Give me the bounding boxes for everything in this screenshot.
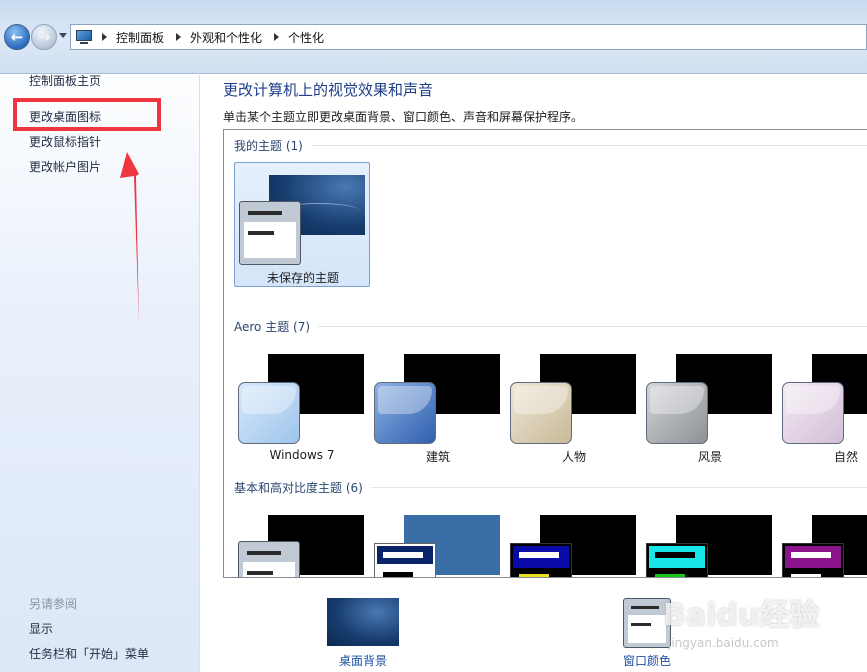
aero-glass-preview [510, 382, 572, 444]
address-toolbar: ← → 控制面板 外观和个性化 个性化 [0, 0, 867, 74]
theme-architecture[interactable]: 建筑 [370, 342, 506, 467]
window-color-preview [238, 541, 300, 577]
aero-glass-preview [238, 382, 300, 444]
sidebar-link-control-panel-home[interactable]: 控制面板主页 [29, 72, 101, 89]
theme-label: 人物 [561, 450, 586, 464]
theme-windows7-basic[interactable] [234, 503, 370, 577]
aero-glass-preview [782, 382, 844, 444]
window-color-preview [374, 543, 436, 577]
breadcrumb-control-panel[interactable]: 控制面板 [116, 29, 164, 46]
theme-high-contrast-2[interactable] [642, 503, 778, 577]
highlight-box [13, 98, 161, 131]
breadcrumb-chevron-icon[interactable] [274, 33, 280, 41]
breadcrumb-personalization[interactable]: 个性化 [288, 29, 324, 46]
window-color-preview [782, 543, 844, 577]
desktop-background-button[interactable]: 桌面背景 [318, 598, 408, 669]
theme-landscapes[interactable]: 风景 [642, 342, 778, 467]
page-description: 单击某个主题立即更改桌面背景、窗口颜色、声音和屏幕保护程序。 [223, 110, 584, 124]
see-also-link-display[interactable]: 显示 [29, 620, 53, 637]
group-header-aero: Aero 主题 (7) [234, 318, 867, 335]
watermark-url: jingyan.baidu.com [668, 636, 779, 650]
theme-characters[interactable]: 人物 [506, 342, 642, 467]
desktop-background-icon [327, 598, 399, 646]
breadcrumb-appearance[interactable]: 外观和个性化 [190, 29, 262, 46]
theme-nature[interactable]: 自然 [778, 342, 867, 467]
breadcrumb-chevron-icon[interactable] [176, 33, 182, 41]
theme-unsaved[interactable]: 未保存的主题 [234, 162, 370, 287]
desktop-background-label: 桌面背景 [338, 654, 387, 668]
group-header-my-themes: 我的主题 (1) [234, 137, 867, 154]
back-arrow-icon: ← [10, 28, 24, 46]
window-color-label: 窗口颜色 [622, 654, 671, 668]
page-title: 更改计算机上的视觉效果和声音 [223, 81, 434, 99]
theme-label: Windows 7 [269, 448, 335, 462]
sidebar-link-change-mouse-pointer[interactable]: 更改鼠标指针 [29, 133, 101, 150]
theme-label: 自然 [833, 450, 858, 464]
sidebar: 控制面板主页 更改桌面图标 更改鼠标指针 更改帐户图片 另请参阅 显示 任务栏和… [0, 72, 200, 672]
theme-high-contrast-1[interactable] [506, 503, 642, 577]
forward-button[interactable]: → [31, 24, 57, 50]
forward-arrow-icon: → [37, 28, 51, 46]
baidu-jingyan-watermark: Baidu经验 [663, 598, 820, 633]
theme-windows7[interactable]: Windows 7 [234, 342, 370, 467]
window-color-preview [510, 543, 572, 577]
recent-pages-dropdown-icon[interactable] [59, 33, 67, 38]
theme-gallery[interactable]: 我的主题 (1) 未保存的主题 Aero 主题 (7) Windows 7 建筑… [223, 129, 867, 578]
window-color-preview [239, 201, 301, 265]
theme-label: 未保存的主题 [266, 271, 339, 285]
theme-high-contrast-black[interactable] [778, 503, 867, 577]
sidebar-link-change-account-picture[interactable]: 更改帐户图片 [29, 158, 101, 175]
theme-windows-classic[interactable] [370, 503, 506, 577]
breadcrumb-chevron-icon[interactable] [102, 33, 107, 41]
control-panel-icon [75, 29, 93, 45]
back-button[interactable]: ← [4, 24, 30, 50]
aero-glass-preview [646, 382, 708, 444]
aero-glass-preview [374, 382, 436, 444]
theme-label: 建筑 [425, 450, 450, 464]
theme-label: 风景 [697, 450, 722, 464]
window-color-preview [646, 543, 708, 577]
see-also-heading: 另请参阅 [29, 597, 78, 611]
address-bar[interactable]: 控制面板 外观和个性化 个性化 [70, 24, 867, 50]
see-also-link-taskbar[interactable]: 任务栏和「开始」菜单 [29, 645, 149, 662]
group-header-basic-high-contrast: 基本和高对比度主题 (6) [234, 479, 867, 496]
